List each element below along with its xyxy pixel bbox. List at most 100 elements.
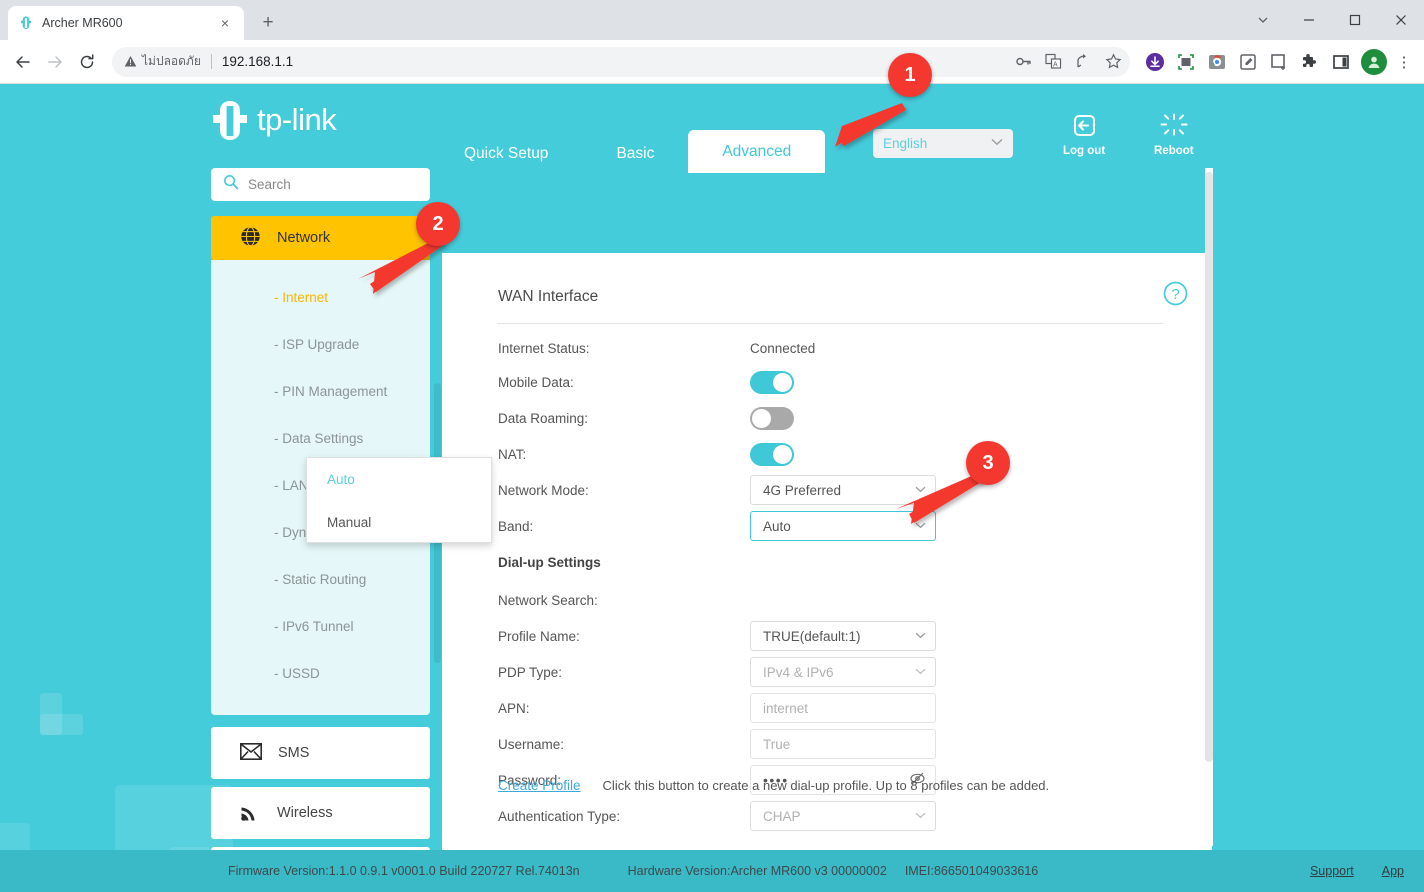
key-icon[interactable]: [1010, 49, 1036, 75]
brand-name: tp-link: [257, 102, 337, 137]
field-row-pdp-type: PDP Type: IPv4 & IPv6: [498, 657, 936, 687]
support-link[interactable]: Support: [1310, 864, 1354, 878]
translate-icon[interactable]: A: [1040, 49, 1066, 75]
dropdown-option-auto[interactable]: Auto: [307, 458, 491, 501]
address-bar[interactable]: ไม่ปลอดภัย 192.168.1.1 A: [112, 46, 1130, 77]
chrome-app-icon[interactable]: [1204, 49, 1230, 75]
close-window-button[interactable]: [1378, 0, 1424, 40]
pdp-type-select[interactable]: IPv4 & IPv6: [750, 657, 936, 687]
select-value: TRUE(default:1): [763, 628, 861, 644]
section-label: Dial-up Settings: [498, 554, 601, 570]
forward-icon[interactable]: [40, 47, 70, 77]
reload-icon[interactable]: [72, 47, 102, 77]
back-icon[interactable]: [8, 47, 38, 77]
field-row-internet-status: Internet Status: Connected: [498, 333, 815, 363]
puzzle-extensions-icon[interactable]: [1297, 49, 1323, 75]
authentication-type-select[interactable]: CHAP: [750, 801, 936, 831]
create-profile-button[interactable]: Create Profile: [498, 778, 581, 793]
input-value: True: [763, 736, 791, 752]
field-label: Network Mode:: [498, 482, 589, 498]
field-label: Username:: [498, 736, 565, 752]
chevron-down-icon: [915, 811, 926, 822]
reboot-button[interactable]: Reboot: [1154, 113, 1194, 157]
nat-toggle[interactable]: [750, 442, 794, 466]
url-text: 192.168.1.1: [221, 54, 294, 69]
page-title: WAN Interface: [498, 288, 599, 305]
globe-icon: [240, 226, 261, 251]
field-row-profile-name: Profile Name: TRUE(default:1): [498, 621, 936, 651]
field-label: PDP Type:: [498, 664, 563, 680]
sidebar-item-data-settings[interactable]: - Data Settings: [211, 415, 430, 462]
field-row-authentication-type: Authentication Type: CHAP: [498, 801, 936, 831]
sidebar-item-pin-management[interactable]: - PIN Management: [211, 368, 430, 415]
new-tab-button[interactable]: +: [254, 9, 282, 37]
annotation-badge-2: 2: [416, 202, 460, 246]
data-roaming-toggle[interactable]: [750, 406, 794, 430]
edit-note-icon[interactable]: [1235, 49, 1261, 75]
not-secure-indicator[interactable]: ไม่ปลอดภัย: [124, 52, 201, 71]
sidebar-group-sms: SMS: [211, 727, 430, 779]
search-input[interactable]: Search: [211, 168, 430, 201]
sidebar-item-wireless[interactable]: Wireless: [211, 787, 430, 839]
title-divider: [497, 323, 1163, 324]
dropdown-option-manual[interactable]: Manual: [307, 501, 491, 544]
tab-basic[interactable]: Basic: [582, 135, 688, 173]
field-row-network-search: Network Search:: [498, 585, 750, 615]
username-input[interactable]: True: [750, 729, 936, 759]
tab-quick-setup[interactable]: Quick Setup: [430, 135, 582, 173]
sidebar-item-static-routing[interactable]: - Static Routing: [211, 556, 430, 603]
apn-input[interactable]: internet: [750, 693, 936, 723]
field-row-nat: NAT:: [498, 439, 794, 469]
sidebar-item-ipv6-tunnel[interactable]: - IPv6 Tunnel: [211, 603, 430, 650]
select-value: IPv4 & IPv6: [763, 664, 834, 680]
omnibox-divider: [210, 54, 212, 69]
decorative-shape: [40, 714, 83, 735]
field-label: Network Search:: [498, 592, 598, 608]
sidebar-item-sms[interactable]: SMS: [211, 727, 430, 779]
sidebar-group-wireless: Wireless: [211, 787, 430, 839]
extension-icons: ⋮: [1138, 48, 1416, 75]
content-scrollbar-thumb[interactable]: [1205, 172, 1213, 762]
input-value: internet: [763, 700, 809, 716]
sidebar-item-ussd[interactable]: - USSD: [211, 650, 430, 697]
field-row-data-roaming: Data Roaming:: [498, 403, 794, 433]
app-link[interactable]: App: [1382, 864, 1404, 878]
field-row-username: Username: True: [498, 729, 936, 759]
imei-value: IMEI:866501049033616: [904, 864, 1039, 878]
toggle-knob: [773, 372, 792, 392]
browser-tab[interactable]: Archer MR600 ×: [8, 6, 244, 40]
download-icon[interactable]: [1142, 49, 1168, 75]
capture-icon[interactable]: [1266, 49, 1292, 75]
tab-search-icon[interactable]: [1240, 0, 1286, 40]
maximize-button[interactable]: [1332, 0, 1378, 40]
reboot-label: Reboot: [1154, 145, 1194, 157]
svg-text:A: A: [1053, 62, 1058, 69]
close-tab-icon[interactable]: ×: [216, 14, 234, 32]
logout-button[interactable]: Log out: [1063, 113, 1105, 157]
envelope-icon: [240, 742, 262, 764]
omnibox-actions: A: [1010, 49, 1126, 75]
section-dial-up-settings: Dial-up Settings: [498, 547, 750, 577]
browser-menu-icon[interactable]: ⋮: [1392, 49, 1416, 75]
router-page: tp-link Quick Setup Basic Advanced Engli…: [0, 85, 1424, 892]
mobile-data-toggle[interactable]: [750, 370, 794, 394]
sidepanel-icon[interactable]: [1328, 49, 1354, 75]
sidebar-item-isp-upgrade[interactable]: - ISP Upgrade: [211, 321, 430, 368]
screenshot-icon[interactable]: [1173, 49, 1199, 75]
select-value: 4G Preferred: [763, 482, 842, 498]
minimize-button[interactable]: [1286, 0, 1332, 40]
browser-tab-title: Archer MR600: [42, 16, 123, 30]
annotation-arrow-1: [824, 103, 906, 147]
wifi-icon: [240, 801, 261, 826]
profile-name-select[interactable]: TRUE(default:1): [750, 621, 936, 651]
share-icon[interactable]: [1070, 49, 1096, 75]
warning-triangle-icon: [124, 56, 137, 67]
create-profile-description: Click this button to create a new dial-u…: [602, 778, 1050, 793]
help-question-icon[interactable]: ?: [1163, 281, 1188, 311]
footer-links: Support App: [1310, 864, 1404, 878]
profile-avatar[interactable]: [1361, 48, 1387, 75]
field-row-mobile-data: Mobile Data:: [498, 367, 794, 397]
bookmark-star-icon[interactable]: [1100, 49, 1126, 75]
sidebar-item-label: Wireless: [277, 805, 333, 821]
field-row-network-mode: Network Mode: 4G Preferred: [498, 475, 936, 505]
